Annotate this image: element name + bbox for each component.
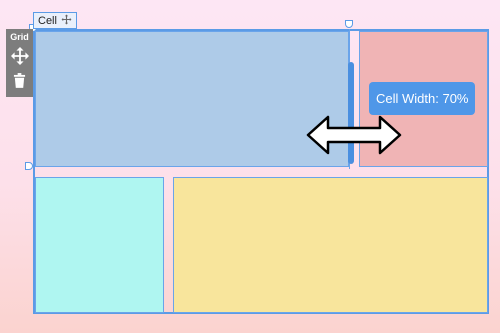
resize-arrow-icon bbox=[306, 115, 402, 155]
cell-tag[interactable]: Cell bbox=[33, 12, 77, 29]
grid-toolbar: Grid bbox=[6, 29, 33, 97]
cell-width-tooltip: Cell Width: 70% bbox=[369, 82, 476, 115]
cell-top-left[interactable] bbox=[35, 31, 349, 167]
column-top-handle[interactable] bbox=[345, 20, 353, 28]
move-arrows-icon[interactable] bbox=[10, 46, 30, 66]
trash-icon[interactable] bbox=[10, 70, 30, 90]
cell-bottom-right[interactable] bbox=[173, 177, 488, 313]
cell-tag-label: Cell bbox=[38, 14, 57, 27]
row-side-handle[interactable] bbox=[25, 162, 33, 170]
move-icon[interactable] bbox=[61, 14, 72, 28]
toolbar-title: Grid bbox=[10, 32, 29, 42]
cell-bottom-left[interactable] bbox=[35, 177, 164, 313]
